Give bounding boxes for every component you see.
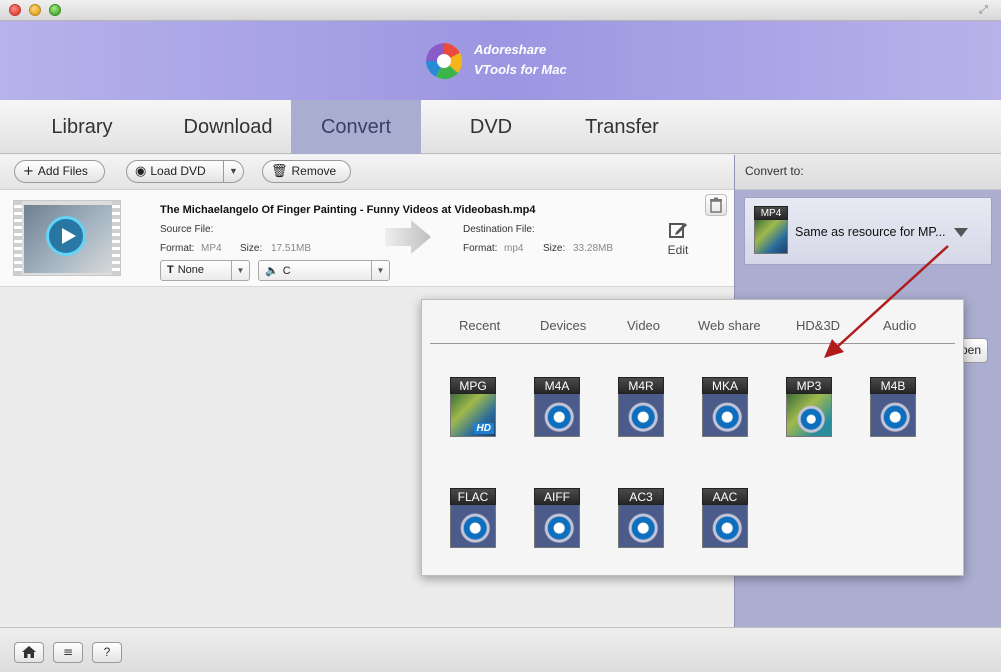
bottom-bar: ≡ ? (0, 627, 1001, 672)
home-button[interactable] (14, 642, 44, 663)
annotation-arrow-icon (824, 245, 949, 358)
list-icon: ≡ (62, 645, 74, 659)
help-button[interactable]: ? (92, 642, 122, 663)
home-icon (22, 646, 36, 658)
menu-button[interactable]: ≡ (53, 642, 83, 663)
